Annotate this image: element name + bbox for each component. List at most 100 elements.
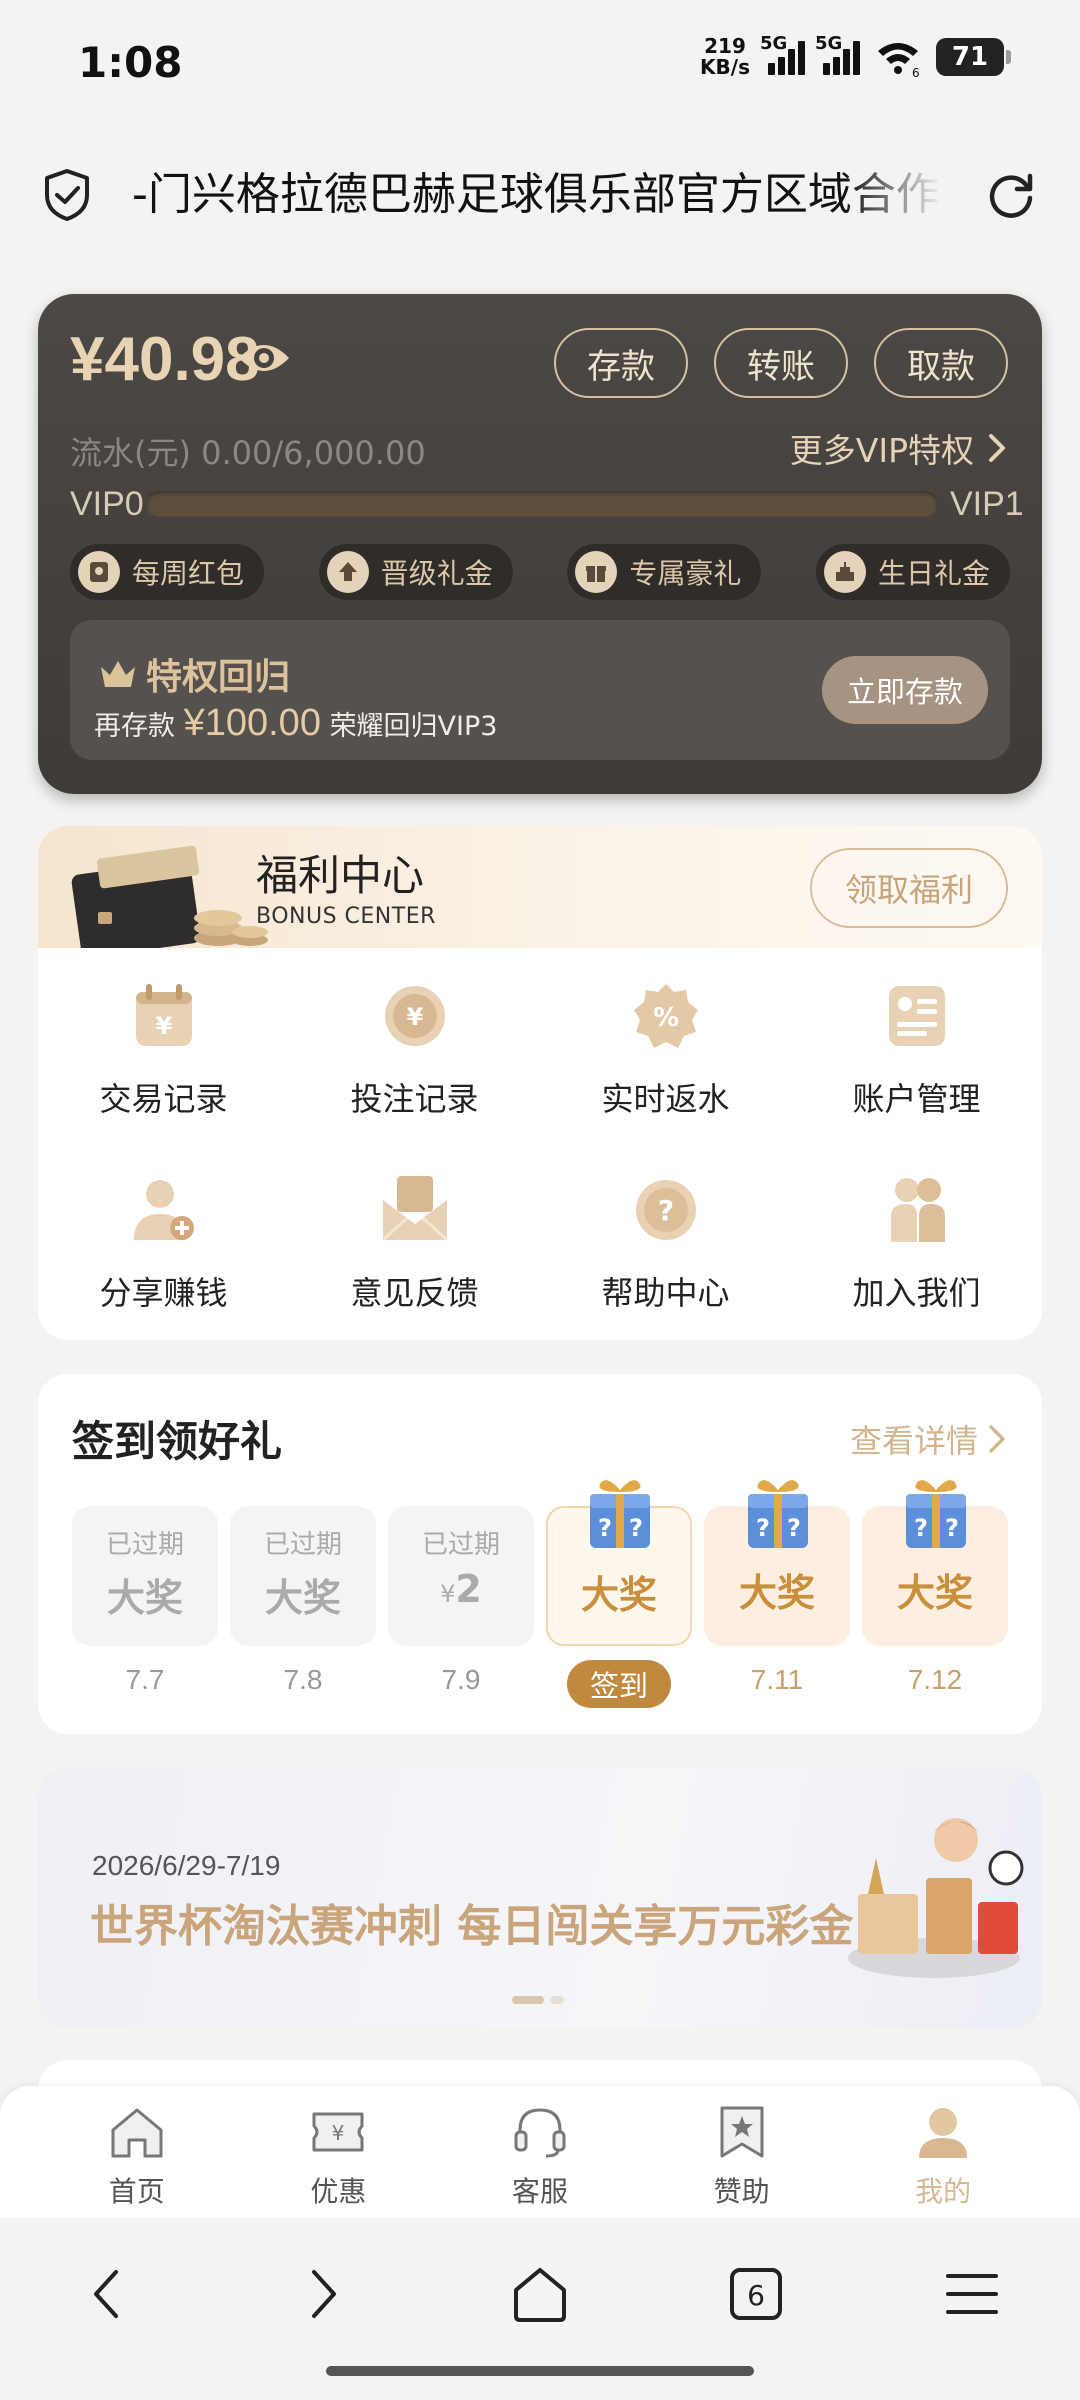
svg-text:?: ? [914,1514,928,1542]
eye-icon[interactable] [236,338,292,378]
promo-banner[interactable]: 2026/6/29-7/19 世界杯淘汰赛冲刺 每日闯关享万元彩金 [38,1768,1042,2028]
tab-label: 优惠 [310,2175,367,2208]
balance-amount: ¥40.98 [70,325,260,394]
back-icon[interactable] [76,2262,140,2326]
svg-text:6: 6 [912,66,920,77]
crown-icon [101,661,135,687]
signin-day: 已过期 大奖 7.8 [230,1506,376,1708]
tab-label: 赞助 [713,2175,770,2208]
tabs-icon[interactable]: 6 [724,2262,788,2326]
view-details-label: 查看详情 [849,1422,978,1460]
tab-customer-service[interactable]: 客服 [465,2086,615,2218]
tab-promotions[interactable]: ¥ 优惠 [263,2086,413,2218]
svg-text:?: ? [787,1514,801,1542]
perk-upgrade-bonus[interactable]: 晋级礼金 [318,544,513,600]
transfer-button[interactable]: 转账 [714,328,848,398]
vip-progress: VIP0 VIP1 [70,484,1024,524]
grid-item-account-management[interactable]: 账户管理 [791,976,1042,1120]
vip-next-label: VIP1 [950,484,1024,523]
day-prize: 大奖 [264,1576,341,1620]
url-title[interactable]: -门兴格拉德巴赫足球俱乐部官方区域合作伙伴 [132,164,942,226]
grid-item-transaction-records[interactable]: ¥ 交易记录 [38,976,289,1120]
vip-perks: 每周红包 晋级礼金 专属豪礼 生日礼金 [70,544,1010,600]
world-cup-illustration [848,1818,1024,1978]
day-status: 已过期 [105,1530,184,1560]
withdraw-button[interactable]: 取款 [874,328,1008,398]
bonus-center-header: 福利中心 BONUS CENTER 领取福利 [38,826,1042,948]
cell-signal-icon: 5G [760,33,805,75]
more-vip-link[interactable]: 更多VIP特权 [790,424,1006,472]
tab-profile[interactable]: 我的 [868,2086,1018,2218]
view-details-link[interactable]: 查看详情 [850,1416,1006,1462]
privilege-suffix: 荣耀回归VIP3 [329,711,498,742]
home-indicator[interactable] [326,2366,754,2376]
deposit-now-button[interactable]: 立即存款 [822,656,988,724]
svg-text:?: ? [756,1514,770,1542]
bottom-tab-bar: 首页 ¥ 优惠 客服 赞助 我的 [0,2086,1080,2218]
grid-item-help-center[interactable]: ? 帮助中心 [540,1170,791,1314]
tab-home[interactable]: 首页 [62,2086,212,2218]
grid-item-join-us[interactable]: 加入我们 [791,1170,1042,1314]
reload-icon[interactable] [984,168,1038,222]
day-prize: 大奖 [896,1571,973,1615]
tab-label: 我的 [915,2175,972,2208]
gift-icon [575,551,618,593]
day-prize: 大奖 [106,1576,183,1620]
deposit-button[interactable]: 存款 [554,328,688,398]
svg-text:¥: ¥ [332,2121,345,2145]
day-date: 7.9 [441,1664,481,1695]
perk-weekly-red-envelope[interactable]: 每周红包 [70,544,265,600]
grid-item-realtime-rebate[interactable]: % 实时返水 [540,976,791,1120]
profile-icon [919,2108,968,2158]
signin-day: 大奖 ? ? 7.12 [862,1480,1008,1708]
grid-item-label: 交易记录 [99,1080,228,1118]
svg-text:¥: ¥ [406,1003,423,1031]
signin-day-today[interactable]: 大奖 ? ? 签到 [546,1480,692,1708]
menu-icon[interactable] [940,2262,1004,2326]
grid-item-label: 加入我们 [852,1274,981,1312]
forward-icon[interactable] [290,2262,354,2326]
privilege-amount: ¥100.00 [183,702,321,744]
privilege-subtitle: 再存款 ¥100.00 荣耀回归VIP3 [94,702,497,745]
day-date: 7.12 [907,1664,963,1695]
transaction-record-icon: ¥ [135,984,192,1046]
day-prize: ¥2 [440,1567,482,1611]
wifi-icon: 6 [878,43,920,77]
wallet-coins-illustration [71,845,268,948]
svg-text:?: ? [945,1514,959,1542]
headset-icon [514,2108,566,2158]
signin-days: 已过期 大奖 7.7 已过期 大奖 7.8 已过期 ¥2 7.9 大奖 ? ? … [72,1480,1008,1708]
grid-item-label: 意见反馈 [350,1274,479,1312]
day-card-expired: 已过期 ¥2 [388,1506,534,1646]
sim2-label: 5G [815,33,843,54]
grid-item-share-earn[interactable]: 分享赚钱 [38,1170,289,1314]
claim-bonus-button[interactable]: 领取福利 [810,848,1008,928]
svg-text:¥: ¥ [155,1012,172,1040]
privilege-title: 特权回归 [98,648,290,700]
svg-text:?: ? [598,1514,612,1542]
chevron-right-icon [989,1425,1005,1453]
grid-item-bet-records[interactable]: ¥ 投注记录 [289,976,540,1120]
day-prize-value: 2 [455,1567,482,1611]
sign-in-button[interactable]: 签到 [567,1660,671,1708]
signin-day: 大奖 ? ? 7.11 [704,1480,850,1708]
tab-sponsorship[interactable]: 赞助 [667,2086,817,2218]
mystery-gift-icon: ? ? [748,1480,808,1548]
perk-birthday-bonus[interactable]: 生日礼金 [815,544,1010,600]
home-nav-icon[interactable] [508,2262,572,2326]
svg-text:?: ? [657,1194,673,1227]
privilege-prefix: 再存款 [94,711,175,742]
grid-item-feedback[interactable]: 意见反馈 [289,1170,540,1314]
perk-exclusive-gift[interactable]: 专属豪礼 [567,544,762,600]
perk-label: 每周红包 [132,557,245,590]
grid-item-label: 实时返水 [601,1080,730,1118]
account-card-icon [888,986,945,1046]
status-time: 1:08 [78,38,183,87]
perk-label: 生日礼金 [877,557,990,590]
turnover-text: 流水(元) 0.00/6,000.00 [70,434,426,472]
vip-progress-bar [146,491,938,517]
sponsor-icon [720,2106,764,2158]
coupon-icon: ¥ [312,2112,364,2152]
signin-day: 已过期 ¥2 7.9 [388,1506,534,1708]
security-shield-icon[interactable] [42,168,92,222]
